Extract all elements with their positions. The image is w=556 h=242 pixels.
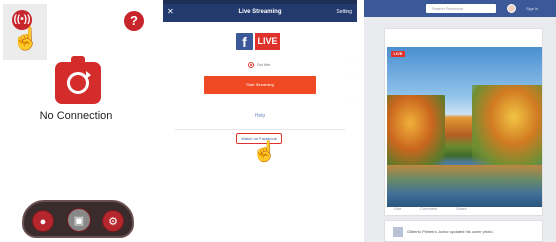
live-badge: LIVE [255, 33, 280, 50]
next-post-card: Gilberto Pinheiro Junior updated his cov… [384, 220, 543, 242]
title-radio-label: Set title [257, 62, 271, 67]
live-post-card: LIVE [384, 28, 543, 216]
facebook-header: Search Facebook Sign in [364, 0, 556, 17]
help-link[interactable]: Help [163, 113, 357, 119]
faint-label: ··· [349, 98, 353, 103]
record-button[interactable]: ● [32, 210, 54, 232]
camera-app-panel: ((•)) ☝ ? No Connection ● ▣ ⚙ [0, 0, 152, 242]
setting-button[interactable]: Setting [336, 9, 352, 15]
help-button[interactable]: ? [124, 11, 144, 31]
pointing-hand-icon: ☝ [12, 26, 40, 51]
camera-control-bar: ● ▣ ⚙ [22, 200, 134, 238]
avatar[interactable] [393, 227, 403, 237]
faint-label: ··· [349, 72, 353, 77]
post-actions: Like Comment Share [386, 206, 541, 214]
refresh-arrow-icon [67, 71, 91, 94]
post-header-text: Gilberto Pinheiro Junior updated his cov… [407, 229, 494, 234]
autumn-trees-left [387, 95, 445, 165]
live-streaming-panel: ✕ Live Streaming Setting f LIVE Set titl… [163, 0, 357, 242]
facebook-logo-icon: f [236, 33, 253, 50]
page-title: Live Streaming [238, 9, 282, 15]
camera-reconnect-icon[interactable] [55, 56, 101, 104]
search-input[interactable]: Search Facebook [426, 4, 496, 13]
live-badge: LIVE [391, 51, 405, 57]
facebook-feed-panel: Search Facebook Sign in LIVE Like Commen… [364, 0, 556, 242]
river-reflection [387, 165, 542, 207]
snapshot-button[interactable]: ▣ [67, 208, 91, 232]
comment-button[interactable]: Comment [420, 206, 437, 211]
signin-link[interactable]: Sign in [526, 6, 538, 11]
connection-status-text: No Connection [39, 110, 113, 122]
autumn-trees-right [472, 85, 542, 165]
settings-button[interactable]: ⚙ [102, 210, 124, 232]
faint-label: ··· [349, 58, 353, 63]
live-video-image[interactable]: LIVE [387, 47, 542, 207]
like-button[interactable]: Like [394, 206, 401, 211]
avatar[interactable] [507, 4, 516, 13]
live-streaming-header: ✕ Live Streaming Setting [163, 4, 357, 22]
pointing-hand-icon: ☝ [252, 141, 277, 163]
title-radio-button[interactable] [248, 62, 254, 68]
start-streaming-button[interactable]: Start Streaming [204, 76, 316, 94]
share-button[interactable]: Share [456, 206, 467, 211]
divider [175, 129, 345, 130]
